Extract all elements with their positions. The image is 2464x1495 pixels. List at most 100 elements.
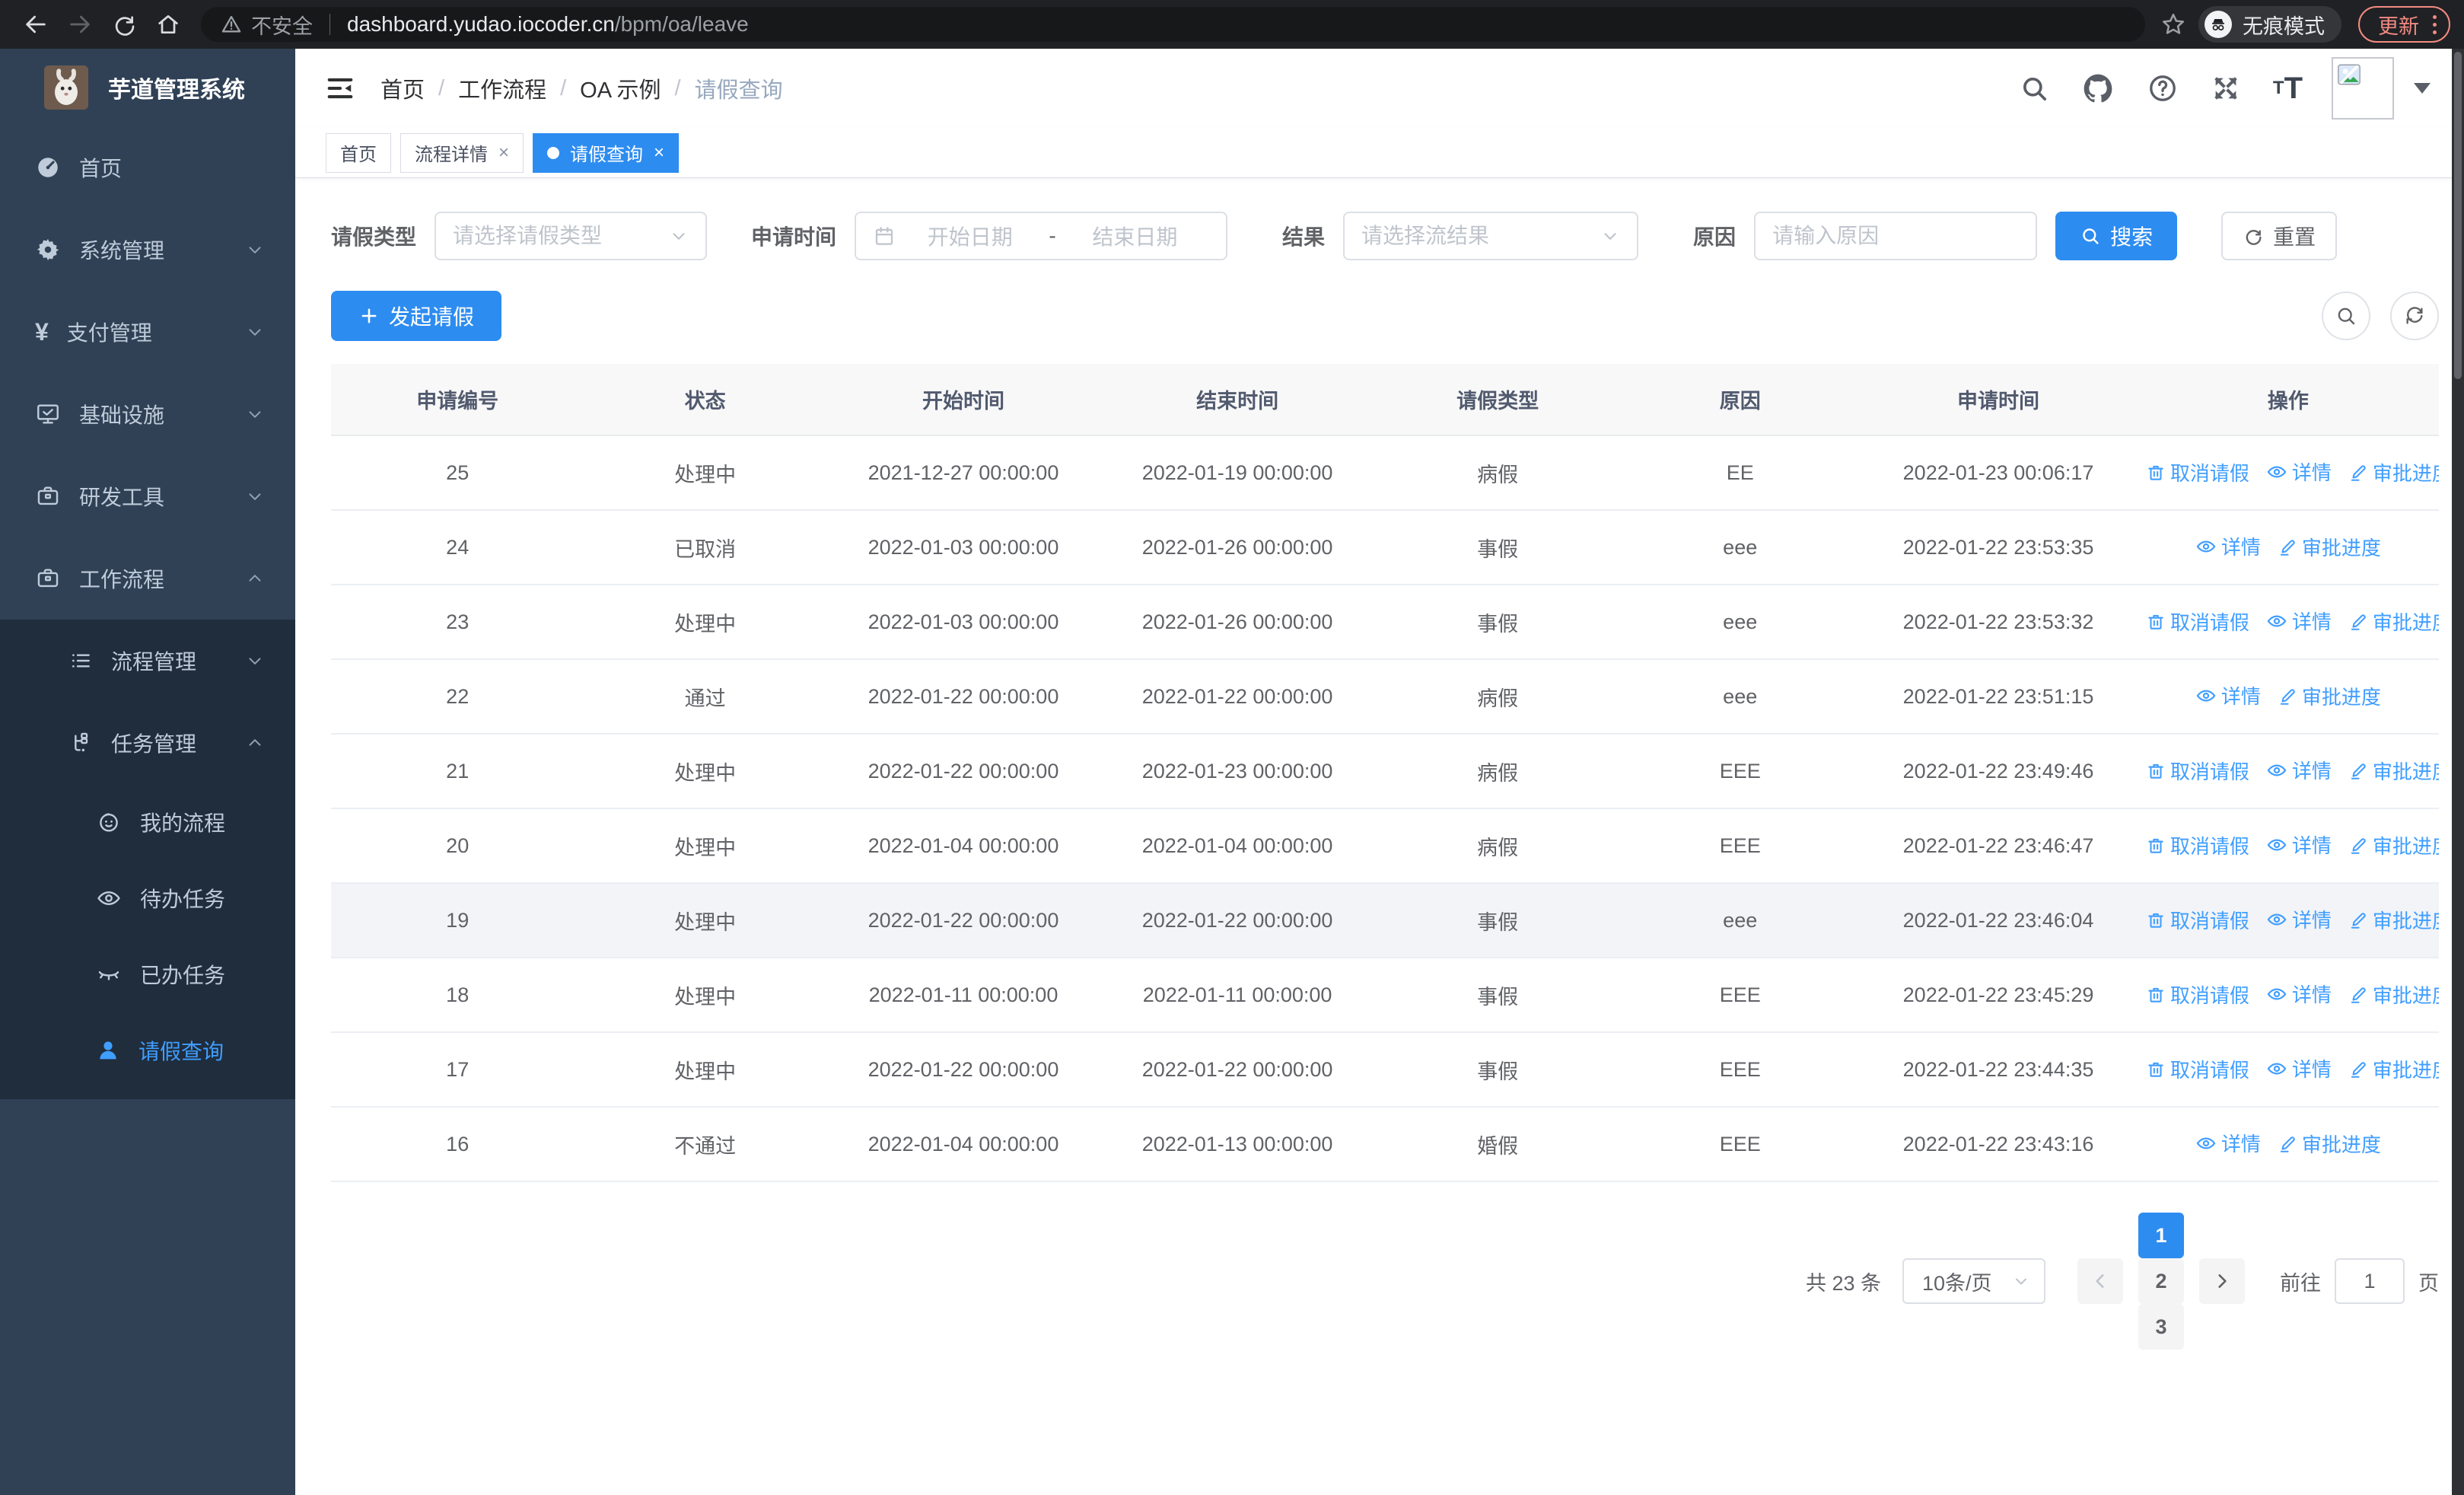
cancel-action-link[interactable]: 取消请假: [2146, 906, 2249, 934]
sidebar-item-基础设施[interactable]: 基础设施: [0, 373, 295, 455]
font-size-icon[interactable]: TT: [2273, 73, 2303, 104]
cell-status: 处理中: [584, 435, 826, 511]
page-button-3[interactable]: 3: [2138, 1304, 2184, 1350]
search-button[interactable]: 搜索: [2055, 212, 2178, 260]
breadcrumb-item[interactable]: 工作流程: [458, 72, 546, 104]
reason-input[interactable]: [1754, 212, 2038, 260]
fullscreen-icon[interactable]: [2211, 73, 2241, 104]
progress-action-link[interactable]: 审批进度: [2348, 607, 2439, 636]
detail-action-link[interactable]: 详情: [2266, 607, 2332, 635]
breadcrumb-item[interactable]: OA 示例: [580, 72, 661, 104]
cell-status: 通过: [584, 659, 826, 735]
progress-action-link[interactable]: 审批进度: [2348, 980, 2439, 1009]
leave-type-select[interactable]: [435, 212, 708, 260]
goto-page-input[interactable]: [2335, 1258, 2405, 1304]
progress-action-link[interactable]: 审批进度: [2348, 1055, 2439, 1083]
topbar: 首页 / 工作流程 / OA 示例 / 请假查询 TT: [295, 49, 2464, 128]
github-icon[interactable]: [2081, 72, 2115, 105]
avatar-dropdown-icon[interactable]: [2414, 83, 2431, 94]
pencil-icon: [2278, 537, 2297, 557]
chevron-down-icon: [2012, 1272, 2030, 1290]
update-button[interactable]: 更新: [2358, 6, 2450, 43]
detail-action-link[interactable]: 详情: [2266, 980, 2332, 1008]
result-select[interactable]: [1343, 212, 1639, 260]
cell-type: 病假: [1374, 808, 1622, 884]
detail-action-link[interactable]: 详情: [2266, 756, 2332, 784]
collapse-sidebar-icon[interactable]: [326, 74, 355, 103]
sidebar-item-已办任务[interactable]: 已办任务: [0, 936, 295, 1012]
detail-action-link[interactable]: 详情: [2195, 532, 2261, 560]
tab-流程详情[interactable]: 流程详情 ×: [400, 132, 524, 173]
sidebar-item-首页[interactable]: 首页: [0, 126, 295, 209]
progress-action-link[interactable]: 审批进度: [2348, 831, 2439, 859]
cancel-action-link[interactable]: 取消请假: [2146, 1055, 2249, 1083]
cancel-action-link[interactable]: 取消请假: [2146, 831, 2249, 859]
progress-action-link[interactable]: 审批进度: [2348, 906, 2439, 934]
detail-action-link[interactable]: 详情: [2266, 1054, 2332, 1082]
sidebar-item-研发工具[interactable]: 研发工具: [0, 455, 295, 537]
page-size-select[interactable]: 10条/页: [1902, 1258, 2045, 1304]
sidebar-item-支付管理[interactable]: ¥ 支付管理: [0, 291, 295, 373]
active-tab-dot: [547, 146, 560, 159]
detail-action-link[interactable]: 详情: [2266, 830, 2332, 859]
bookmark-star-icon[interactable]: [2160, 11, 2186, 37]
detail-action-link[interactable]: 详情: [2195, 681, 2261, 709]
forward-icon[interactable]: [58, 2, 102, 46]
reason-value: [1772, 224, 2020, 248]
security-chip[interactable]: 不安全: [221, 10, 313, 40]
cancel-action-link[interactable]: 取消请假: [2146, 607, 2249, 636]
action-label: 审批进度: [2372, 760, 2439, 784]
reload-icon[interactable]: [102, 2, 146, 46]
cell-reason: EE: [1621, 435, 1860, 511]
progress-action-link[interactable]: 审批进度: [2348, 757, 2439, 785]
tab-首页[interactable]: 首页: [326, 132, 391, 173]
page-button-2[interactable]: 2: [2138, 1258, 2184, 1304]
help-icon[interactable]: [2147, 72, 2179, 104]
next-page-button[interactable]: [2199, 1258, 2245, 1304]
back-icon[interactable]: [14, 2, 58, 46]
start-date-placeholder[interactable]: 开始日期: [896, 221, 1044, 251]
breadcrumb-item[interactable]: 首页: [380, 72, 425, 104]
browser-scrollbar[interactable]: [2452, 49, 2464, 1495]
progress-action-link[interactable]: 审批进度: [2278, 1130, 2381, 1158]
sidebar-item-请假查询[interactable]: 请假查询: [0, 1012, 295, 1089]
close-icon[interactable]: ×: [654, 142, 664, 164]
sidebar-item-待办任务[interactable]: 待办任务: [0, 860, 295, 936]
table-header-row: 申请编号 状态 开始时间 结束时间 请假类型 原因 申请时间 操作: [331, 364, 2439, 436]
sidebar-item-任务管理[interactable]: 任务管理: [0, 702, 295, 784]
cell-id: 21: [331, 734, 584, 809]
workflow-submenu: 流程管理 任务管理 我的流程 待办任务 已办任务 请假查询: [0, 620, 295, 1099]
cancel-action-link[interactable]: 取消请假: [2146, 980, 2249, 1009]
cancel-action-link[interactable]: 取消请假: [2146, 458, 2249, 486]
progress-action-link[interactable]: 审批进度: [2278, 533, 2381, 561]
user-avatar[interactable]: [2332, 57, 2394, 120]
address-bar[interactable]: 不安全 dashboard.yudao.iocoder.cn/bpm/oa/le…: [201, 7, 2145, 42]
search-icon[interactable]: [2019, 73, 2049, 104]
page-button-1[interactable]: 1: [2138, 1213, 2184, 1258]
progress-action-link[interactable]: 审批进度: [2278, 682, 2381, 710]
home-icon[interactable]: [146, 2, 190, 46]
detail-action-link[interactable]: 详情: [2195, 1129, 2261, 1157]
progress-action-link[interactable]: 审批进度: [2348, 458, 2439, 486]
toggle-search-button[interactable]: [2322, 292, 2370, 340]
leave-type-value: [453, 224, 664, 248]
reset-button[interactable]: 重置: [2221, 212, 2338, 260]
create-leave-button[interactable]: 发起请假: [331, 291, 502, 341]
refresh-table-button[interactable]: [2390, 292, 2439, 340]
sidebar-item-我的流程[interactable]: 我的流程: [0, 784, 295, 860]
date-range-picker[interactable]: 开始日期 - 结束日期: [855, 212, 1228, 260]
cell-reason: eee: [1621, 510, 1860, 585]
logo-row[interactable]: 芋道管理系统: [0, 49, 295, 126]
detail-action-link[interactable]: 详情: [2266, 457, 2332, 486]
cancel-action-link[interactable]: 取消请假: [2146, 757, 2249, 785]
end-date-placeholder[interactable]: 结束日期: [1061, 221, 1209, 251]
prev-page-button[interactable]: [2077, 1258, 2123, 1304]
sidebar-item-流程管理[interactable]: 流程管理: [0, 620, 295, 702]
page-content: 请假类型 申请时间 开始日期 - 结束日期 结果: [295, 178, 2464, 1495]
sidebar-item-工作流程[interactable]: 工作流程: [0, 537, 295, 620]
browser-menu-icon[interactable]: [2433, 14, 2437, 34]
sidebar-item-系统管理[interactable]: 系统管理: [0, 209, 295, 291]
detail-action-link[interactable]: 详情: [2266, 905, 2332, 933]
tab-请假查询[interactable]: 请假查询 ×: [533, 132, 680, 173]
close-icon[interactable]: ×: [498, 142, 509, 164]
